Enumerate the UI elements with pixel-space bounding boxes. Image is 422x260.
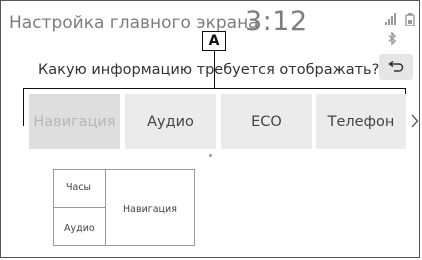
tab-label: Навигация — [33, 113, 116, 130]
preview-navigation-label: Навигация — [123, 204, 177, 215]
bluetooth-icon — [388, 32, 397, 45]
home-screen-settings: Настройка главного экрана 3:12 A Какую и… — [0, 0, 420, 258]
tab-label: Телефон — [327, 113, 395, 130]
page-title: Настройка главного экрана — [9, 13, 259, 33]
callout-label: A — [202, 31, 226, 51]
callout-bracket-left — [23, 88, 24, 126]
layout-preview: Часы Аудио Навигация — [53, 169, 195, 246]
battery-icon — [405, 13, 415, 26]
return-arrow-icon — [388, 61, 404, 72]
status-icons — [385, 13, 419, 45]
chevron-right-icon — [411, 114, 419, 128]
page-indicator-dot — [209, 154, 212, 157]
tab-label: ECO — [251, 113, 282, 130]
preview-audio-label: Аудио — [64, 223, 95, 234]
tab-label: Аудио — [147, 113, 194, 130]
tab-navigation[interactable]: Навигация — [29, 94, 120, 149]
prompt-question: Какую информацию требуется отображать? — [38, 62, 380, 78]
callout-bracket — [23, 88, 406, 89]
preview-divider — [54, 207, 105, 208]
next-page-button[interactable] — [411, 113, 419, 132]
signal-bars-icon — [385, 13, 396, 25]
preview-clock-label: Часы — [66, 182, 92, 193]
tab-audio[interactable]: Аудио — [125, 94, 216, 149]
tab-phone[interactable]: Телефон — [316, 94, 406, 149]
clock: 3:12 — [245, 6, 308, 37]
preview-divider — [105, 170, 106, 245]
back-button[interactable] — [379, 54, 413, 80]
tab-eco[interactable]: ECO — [221, 94, 312, 149]
